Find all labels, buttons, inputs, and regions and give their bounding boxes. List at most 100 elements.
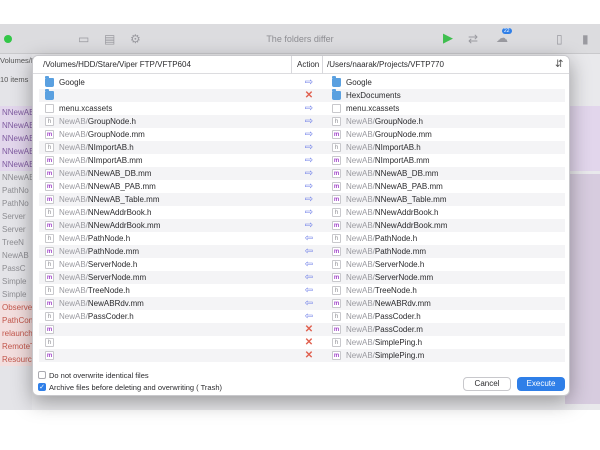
right-file-name: NewAB/NNewAB_PAB.mm bbox=[346, 180, 443, 193]
left-path-header[interactable]: /Volumes/HDD/Stare/Viper FTP/VFTP604 bbox=[43, 60, 191, 69]
comparison-row[interactable]: h NewAB/PathNode.h ⇦ h NewAB/PathNode.h bbox=[39, 232, 565, 245]
archive-checkbox[interactable]: ✓ bbox=[38, 383, 46, 391]
right-file-basename: PathNode.mm bbox=[374, 247, 427, 256]
arrow-left-icon[interactable]: ⇦ bbox=[295, 310, 323, 323]
comparison-row[interactable]: m NewAB/NImportAB.mm ⇨ m NewAB/NImportAB.mm bbox=[39, 154, 565, 167]
arrow-right-icon[interactable]: ⇨ bbox=[295, 128, 323, 141]
comparison-row[interactable]: m NewAB/NewABRdv.mm ⇦ m NewAB/NewABRdv.mm bbox=[39, 297, 565, 310]
header-file-icon: h bbox=[332, 260, 341, 269]
comparison-row[interactable]: m NewAB/NNewAB_DB.mm ⇨ m NewAB/NNewAB_DB.mm bbox=[39, 167, 565, 180]
document-icon[interactable]: ▤ bbox=[104, 33, 115, 45]
left-file-basename: ServerNode.mm bbox=[87, 273, 147, 282]
delete-x-icon[interactable]: ✕ bbox=[295, 89, 323, 102]
document-icon bbox=[45, 104, 54, 113]
comparison-row[interactable]: h NewAB/NNewAddrBook.h ⇨ h NewAB/NNewAddrBoo… bbox=[39, 206, 565, 219]
left-file-name: NewAB/NNewAB_DB.mm bbox=[59, 167, 151, 180]
left-file-basename: NNewAB_PAB.mm bbox=[87, 182, 156, 191]
right-file-name: NewAB/NewABRdv.mm bbox=[346, 297, 431, 310]
panel-icon[interactable]: ▮ bbox=[582, 33, 589, 45]
left-file-name: NewAB/TreeNode.h bbox=[59, 284, 130, 297]
source-file-icon: m bbox=[45, 130, 54, 139]
comparison-row[interactable]: h NewAB/PassCoder.h ⇦ h NewAB/PassCoder.h bbox=[39, 310, 565, 323]
comparison-row[interactable]: ✕ HexDocuments bbox=[39, 89, 565, 102]
column-separator bbox=[322, 56, 323, 74]
right-file-name: NewAB/PassCoder.m bbox=[346, 323, 423, 336]
left-file-basename: NImportAB.h bbox=[87, 143, 134, 152]
comparison-row[interactable]: m ✕ m NewAB/SimplePing.m bbox=[39, 349, 565, 362]
comparison-row[interactable]: menu.xcassets ⇨ menu.xcassets bbox=[39, 102, 565, 115]
arrow-right-icon[interactable]: ⇨ bbox=[295, 219, 323, 232]
arrow-right-icon[interactable]: ⇨ bbox=[295, 206, 323, 219]
comparison-row[interactable]: h NewAB/NImportAB.h ⇨ h NewAB/NImportAB.h bbox=[39, 141, 565, 154]
comparison-row[interactable]: h NewAB/ServerNode.h ⇦ h NewAB/ServerNode.h bbox=[39, 258, 565, 271]
comparison-row[interactable]: h NewAB/TreeNode.h ⇦ h NewAB/TreeNode.h bbox=[39, 284, 565, 297]
left-file-name: NewAB/NNewAddrBook.h bbox=[59, 206, 152, 219]
right-file-folder: NewAB/ bbox=[346, 182, 375, 191]
right-path-header[interactable]: /Users/naarak/Projects/VFTP770 bbox=[327, 60, 444, 69]
arrow-right-icon[interactable]: ⇨ bbox=[295, 141, 323, 154]
right-file-name: NewAB/ServerNode.h bbox=[346, 258, 424, 271]
delete-x-icon[interactable]: ✕ bbox=[295, 336, 323, 349]
comparison-row[interactable]: m NewAB/ServerNode.mm ⇦ m NewAB/ServerNode.m… bbox=[39, 271, 565, 284]
folder-icon[interactable]: ▭ bbox=[78, 33, 89, 45]
comparison-row[interactable]: h ✕ h NewAB/SimplePing.h bbox=[39, 336, 565, 349]
right-file-basename: menu.xcassets bbox=[346, 104, 400, 113]
left-file-folder: NewAB/ bbox=[59, 130, 88, 139]
comparison-row[interactable]: m NewAB/NNewAddrBook.mm ⇨ m NewAB/NNewAddrBo… bbox=[39, 219, 565, 232]
arrow-left-icon[interactable]: ⇦ bbox=[295, 271, 323, 284]
right-file-basename: NImportAB.mm bbox=[374, 156, 430, 165]
delete-x-icon[interactable]: ✕ bbox=[295, 349, 323, 362]
right-file-folder: NewAB/ bbox=[346, 286, 375, 295]
right-file-folder: NewAB/ bbox=[346, 234, 375, 243]
right-file-name: NewAB/NNewAB_Table.mm bbox=[346, 193, 446, 206]
right-file-basename: NNewAB_DB.mm bbox=[374, 169, 439, 178]
comparison-row[interactable]: m NewAB/GroupNode.mm ⇨ m NewAB/GroupNode.mm bbox=[39, 128, 565, 141]
comparison-row[interactable]: h NewAB/GroupNode.h ⇨ h NewAB/GroupNode.h bbox=[39, 115, 565, 128]
arrow-left-icon[interactable]: ⇦ bbox=[295, 232, 323, 245]
sync-sheet: /Volumes/HDD/Stare/Viper FTP/VFTP604 Act… bbox=[32, 55, 570, 396]
comparison-row[interactable]: m NewAB/PathNode.mm ⇦ m NewAB/PathNode.mm bbox=[39, 245, 565, 258]
sidebar-icon[interactable]: ▯ bbox=[556, 33, 563, 45]
left-file-basename: NNewAB_DB.mm bbox=[87, 169, 152, 178]
document-icon bbox=[332, 104, 341, 113]
arrow-left-icon[interactable]: ⇦ bbox=[295, 258, 323, 271]
action-header[interactable]: Action bbox=[297, 60, 319, 69]
window-zoom-button[interactable] bbox=[4, 35, 12, 43]
right-file-basename: NNewAddrBook.mm bbox=[374, 221, 448, 230]
comparison-row[interactable]: m NewAB/NNewAB_PAB.mm ⇨ m NewAB/NNewAB_PAB.m… bbox=[39, 180, 565, 193]
left-file-basename: PathNode.mm bbox=[87, 247, 140, 256]
arrow-right-icon[interactable]: ⇨ bbox=[295, 115, 323, 128]
left-file-basename: TreeNode.h bbox=[87, 286, 130, 295]
right-file-basename: TreeNode.h bbox=[374, 286, 417, 295]
arrow-left-icon[interactable]: ⇦ bbox=[295, 297, 323, 310]
badge-count: 22 bbox=[502, 28, 512, 34]
delete-x-icon[interactable]: ✕ bbox=[295, 323, 323, 336]
comparison-row[interactable]: m NewAB/NNewAB_Table.mm ⇨ m NewAB/NNewAB_Tab… bbox=[39, 193, 565, 206]
arrow-right-icon[interactable]: ⇨ bbox=[295, 180, 323, 193]
no-overwrite-checkbox[interactable] bbox=[38, 371, 46, 379]
sort-icon[interactable]: ⇵ bbox=[555, 59, 563, 70]
window-title: The folders differ bbox=[266, 34, 334, 44]
left-file-folder: NewAB/ bbox=[59, 208, 88, 217]
right-file-basename: PassCoder.m bbox=[374, 325, 423, 334]
arrow-right-icon[interactable]: ⇨ bbox=[295, 76, 323, 89]
left-file-name: NewAB/ServerNode.h bbox=[59, 258, 137, 271]
arrow-right-icon[interactable]: ⇨ bbox=[295, 154, 323, 167]
gear-icon[interactable]: ⚙ bbox=[130, 33, 141, 45]
arrow-left-icon[interactable]: ⇦ bbox=[295, 245, 323, 258]
header-file-icon: h bbox=[45, 117, 54, 126]
comparison-row[interactable]: m ✕ m NewAB/PassCoder.m bbox=[39, 323, 565, 336]
arrow-right-icon[interactable]: ⇨ bbox=[295, 167, 323, 180]
arrow-left-icon[interactable]: ⇦ bbox=[295, 284, 323, 297]
left-file-basename: GroupNode.h bbox=[87, 117, 136, 126]
arrow-right-icon[interactable]: ⇨ bbox=[295, 102, 323, 115]
sync-icon[interactable]: ⇄ bbox=[468, 33, 478, 45]
right-file-basename: Google bbox=[346, 78, 372, 87]
execute-button[interactable]: Execute bbox=[517, 377, 565, 391]
play-icon[interactable]: ▶ bbox=[443, 31, 453, 44]
cancel-button[interactable]: Cancel bbox=[463, 377, 511, 391]
header-file-icon: h bbox=[332, 338, 341, 347]
right-file-folder: NewAB/ bbox=[346, 325, 375, 334]
comparison-row[interactable]: Google ⇨ Google bbox=[39, 76, 565, 89]
arrow-right-icon[interactable]: ⇨ bbox=[295, 193, 323, 206]
